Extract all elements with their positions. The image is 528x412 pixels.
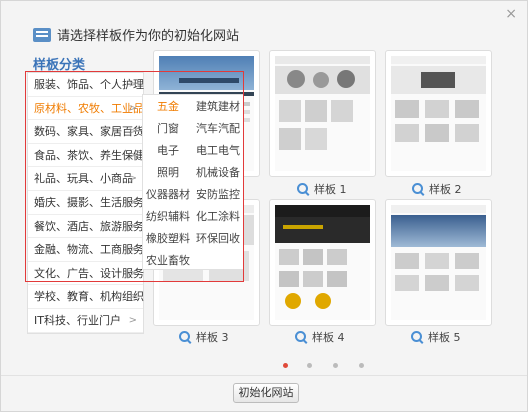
category-item-clothing[interactable]: 服装、饰品、个人护理 >	[28, 73, 144, 97]
template-label-5[interactable]: 样板 5	[411, 329, 461, 345]
subcategory-doors-windows[interactable]: 门窗	[143, 118, 193, 140]
category-item-food[interactable]: 食品、茶饮、养生保健 >	[28, 144, 144, 168]
search-icon	[297, 183, 308, 194]
subcategory-rubber-plastic[interactable]: 橡胶塑料	[143, 228, 193, 250]
template-label-1[interactable]: 样板 1	[297, 181, 347, 197]
subcategory-instruments[interactable]: 仪器器材	[143, 184, 193, 206]
initialize-site-button[interactable]: 初始化网站	[233, 383, 299, 403]
template-card-1[interactable]	[269, 50, 376, 177]
chevron-right-icon: >	[128, 173, 137, 185]
chevron-right-icon: >	[128, 314, 137, 326]
template-card-5[interactable]	[385, 199, 492, 326]
category-item-digital[interactable]: 数码、家具、家居百货 >	[28, 120, 144, 144]
category-item-finance[interactable]: 金融、物流、工商服务 >	[28, 238, 144, 262]
template-label-4[interactable]: 样板 4	[295, 329, 345, 345]
category-label: 婚庆、摄影、生活服务	[34, 195, 144, 209]
template-preview-image	[275, 56, 370, 171]
category-label: 文化、广告、设计服务	[34, 266, 144, 280]
category-label: 礼品、玩具、小商品	[34, 172, 133, 186]
subcategory-agriculture[interactable]: 农业畜牧	[143, 250, 193, 272]
search-icon	[411, 331, 422, 342]
template-name: 样板 4	[312, 331, 345, 344]
subcategory-security[interactable]: 安防监控	[193, 184, 243, 206]
search-icon	[295, 331, 306, 342]
subcategory-lighting[interactable]: 照明	[143, 162, 193, 184]
template-dialog: 请选择样板作为你的初始化网站 × 样板分类 服装、饰品、个人护理 > 原材料、农牧…	[0, 0, 528, 412]
category-label: 服装、饰品、个人护理	[34, 78, 144, 91]
page-dot-1[interactable]	[283, 363, 288, 368]
template-label-2[interactable]: 样板 2	[412, 181, 462, 197]
close-icon[interactable]: ×	[505, 6, 517, 22]
category-label: IT科技、行业门户	[34, 313, 121, 327]
page-dot-2[interactable]	[307, 363, 312, 368]
subcategory-hardware[interactable]: 五金	[143, 96, 193, 118]
subcategory-chemical[interactable]: 化工涂料	[193, 206, 243, 228]
subcategory-recycling[interactable]: 环保回收	[193, 228, 243, 250]
chevron-right-icon: >	[128, 79, 137, 90]
chevron-right-icon: >	[128, 267, 137, 279]
category-item-education[interactable]: 学校、教育、机构组织 >	[28, 285, 144, 309]
category-label: 食品、茶饮、养生保健	[34, 148, 144, 162]
chevron-right-icon: >	[128, 220, 137, 232]
category-item-raw-materials[interactable]: 原材料、农牧、工业品 >	[28, 97, 144, 121]
chevron-right-icon: >	[128, 126, 137, 138]
category-label: 餐饮、酒店、旅游服务	[34, 219, 144, 233]
subcategory-building-materials[interactable]: 建筑建材	[193, 96, 243, 118]
subcategory-electrical[interactable]: 电工电气	[193, 140, 243, 162]
category-label: 金融、物流、工商服务	[34, 243, 144, 257]
template-icon	[33, 28, 51, 42]
template-name: 样板 1	[314, 183, 347, 196]
search-icon	[412, 183, 423, 194]
template-name: 样板 5	[428, 331, 461, 344]
category-item-it[interactable]: IT科技、行业门户 >	[28, 309, 143, 333]
dialog-title: 请选择样板作为你的初始化网站	[57, 29, 240, 44]
sidebar-title: 样板分类	[33, 58, 86, 73]
footer-divider	[1, 375, 527, 376]
chevron-right-icon: >	[128, 244, 137, 256]
template-preview-image	[391, 205, 486, 320]
category-label: 数码、家具、家居百货	[34, 125, 144, 139]
template-card-4[interactable]	[269, 199, 376, 326]
category-item-gifts[interactable]: 礼品、玩具、小商品 >	[28, 167, 143, 191]
page-dot-4[interactable]	[359, 363, 364, 368]
category-item-wedding[interactable]: 婚庆、摄影、生活服务 >	[28, 191, 144, 215]
category-label: 学校、教育、机构组织	[34, 290, 144, 304]
chevron-right-icon: >	[128, 196, 137, 208]
subcategory-auto-parts[interactable]: 汽车汽配	[193, 118, 243, 140]
chevron-right-icon: >	[128, 291, 137, 303]
template-name: 样板 2	[429, 183, 462, 196]
template-label-3[interactable]: 样板 3	[179, 329, 229, 345]
subcategory-electronics[interactable]: 电子	[143, 140, 193, 162]
chevron-right-icon: >	[128, 102, 137, 114]
category-item-catering[interactable]: 餐饮、酒店、旅游服务 >	[28, 215, 144, 239]
category-label: 原材料、农牧、工业品	[34, 101, 144, 115]
category-item-culture[interactable]: 文化、广告、设计服务 >	[28, 262, 144, 286]
subcategory-textile[interactable]: 纺织辅料	[143, 206, 193, 228]
template-preview-image	[391, 56, 486, 171]
subcategory-machinery[interactable]: 机械设备	[193, 162, 243, 184]
chevron-right-icon: >	[128, 149, 137, 161]
page-dot-3[interactable]	[333, 363, 338, 368]
category-list: 服装、饰品、个人护理 > 原材料、农牧、工业品 > 数码、家具、家居百货 > 食品、茶…	[27, 72, 144, 334]
template-card-2[interactable]	[385, 50, 492, 177]
template-preview-image	[275, 205, 370, 320]
subcategory-panel: 五金 建筑建材 门窗 汽车汽配 电子 电工电气 照明 机械设备 仪器器材 安防监…	[142, 94, 244, 270]
search-icon	[179, 331, 190, 342]
template-name: 样板 3	[196, 331, 229, 344]
